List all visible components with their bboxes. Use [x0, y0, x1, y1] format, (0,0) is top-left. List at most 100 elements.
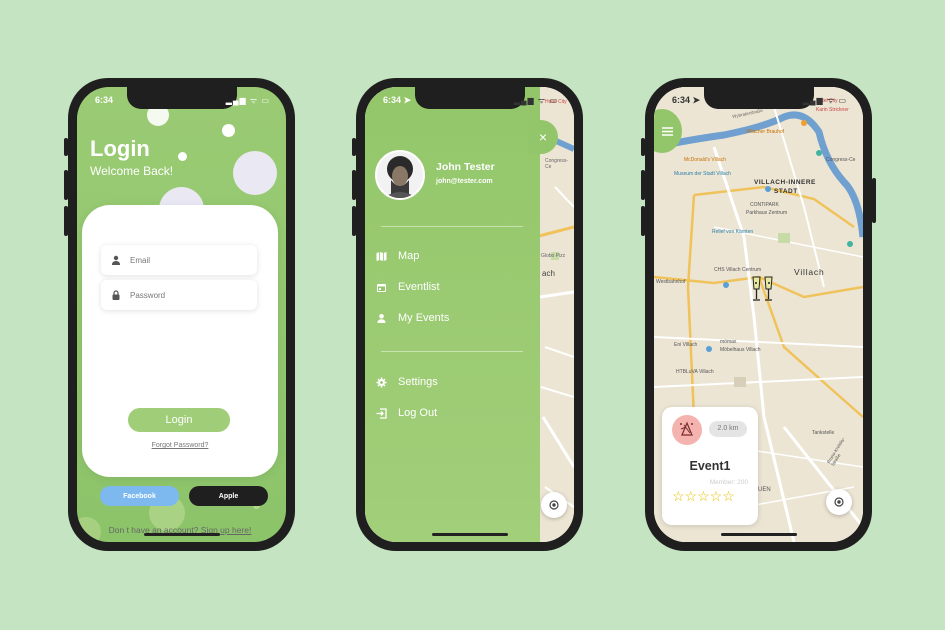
- avatar-photo: [377, 152, 423, 198]
- party-icon: [680, 421, 693, 436]
- status-time: 6:34 ➤: [383, 95, 412, 105]
- phone-side-button: [641, 138, 645, 156]
- map-label: Museum der Stadt Villach: [674, 171, 731, 177]
- avatar[interactable]: [375, 150, 425, 200]
- phone-side-button: [352, 170, 356, 200]
- map-label: Westbahnhof: [656, 279, 686, 285]
- login-subtitle: Welcome Back!: [90, 164, 174, 178]
- person-icon: [377, 313, 386, 323]
- side-drawer: John Tester john@tester.com Map Eventlis…: [365, 87, 540, 542]
- notch: [126, 87, 237, 109]
- locate-button[interactable]: [541, 492, 567, 518]
- gear-icon: [376, 377, 387, 387]
- map-label: UEN: [758, 487, 771, 493]
- phone-side-button: [352, 138, 356, 156]
- email-field[interactable]: [101, 245, 257, 275]
- map-label: STADT: [774, 188, 798, 195]
- event-marker-icon[interactable]: [750, 275, 776, 309]
- forgot-password-link[interactable]: Forgot Password?: [82, 442, 278, 449]
- phone-side-button: [872, 178, 876, 223]
- divider: [381, 351, 523, 352]
- map-label: Villach: [794, 267, 825, 277]
- map-label: ach: [542, 269, 555, 278]
- lock-icon: [112, 290, 120, 300]
- map-label: McDonald's Villach: [684, 157, 726, 163]
- phone-side-button: [352, 206, 356, 236]
- rating-stars[interactable]: ☆☆☆☆☆: [672, 488, 735, 505]
- map-label: CHS Villach Centrum: [714, 267, 762, 273]
- map-icon: [376, 251, 387, 261]
- login-button[interactable]: Login: [128, 408, 230, 432]
- map-label: Congress-Ce: [826, 157, 856, 163]
- phone-side-button: [641, 206, 645, 236]
- map-label: Globo Pizz: [541, 253, 566, 259]
- map-screen: Wybraterstraße Villacher Brauhof McDonal…: [654, 87, 863, 542]
- map-label: CONTIPARK: [750, 202, 779, 208]
- status-icons: ▂▄▆ ᯤ ▭: [802, 96, 847, 105]
- home-indicator: [431, 533, 508, 536]
- map-label: VILLACH-INNERE: [754, 179, 816, 186]
- decor-bubble: [233, 151, 277, 195]
- member-count: Member: 200: [709, 479, 748, 486]
- menu-item-settings[interactable]: Settings: [376, 376, 438, 388]
- apple-button[interactable]: Apple: [189, 486, 268, 506]
- home-indicator: [143, 533, 220, 536]
- menu-item-label: Eventlist: [398, 281, 440, 293]
- map-label: Karin Strickner: [816, 107, 849, 113]
- logout-icon: [376, 407, 387, 419]
- locate-button[interactable]: [826, 489, 852, 515]
- menu-item-eventlist[interactable]: Eventlist: [376, 281, 440, 293]
- phone-side-button: [64, 138, 68, 156]
- drawer-phone: ach Globo Pizz Hotel City Congress-Ce 6:…: [352, 78, 583, 551]
- menu-item-map[interactable]: Map: [376, 250, 419, 262]
- event-avatar: [672, 415, 702, 445]
- email-input[interactable]: [130, 255, 250, 265]
- locate-icon: [549, 500, 559, 510]
- menu-item-log-out[interactable]: Log Out: [376, 407, 437, 419]
- login-screen: 6:34 ▂▄▆ ᯤ ▭ Login Welcome Back! Login F…: [77, 87, 286, 542]
- divider: [381, 226, 523, 227]
- menu-item-label: Map: [398, 250, 420, 262]
- status-time: 6:34: [95, 95, 114, 105]
- decor-bubble: [222, 124, 235, 137]
- menu-item-label: Settings: [398, 376, 438, 388]
- event-card[interactable]: 2.0 km Event1 Member: 200 ☆☆☆☆☆: [662, 407, 758, 525]
- phone-side-button: [64, 206, 68, 236]
- map-label: Relief von Kärnten: [712, 229, 754, 235]
- password-input[interactable]: [130, 290, 250, 300]
- status-icons: ▂▄▆ ᯤ ▭: [513, 96, 558, 105]
- map-label: mömax: [720, 339, 737, 345]
- map-label: HTBLuVA Villach: [676, 369, 714, 375]
- notch: [414, 87, 525, 109]
- phone-side-button: [641, 170, 645, 200]
- menu-item-label: Log Out: [398, 407, 438, 419]
- menu-item-label: My Events: [398, 312, 450, 324]
- password-field[interactable]: [101, 280, 257, 310]
- hamburger-icon: [662, 126, 673, 136]
- distance-badge: 2.0 km: [709, 421, 747, 437]
- home-indicator: [720, 533, 797, 536]
- login-phone: 6:34 ▂▄▆ ᯤ ▭ Login Welcome Back! Login F…: [64, 78, 295, 551]
- map-label: Parkhaus Zentrum: [746, 210, 788, 216]
- notch: [703, 87, 814, 109]
- status-icons: ▂▄▆ ᯤ ▭: [225, 96, 270, 105]
- facebook-button[interactable]: Facebook: [100, 486, 179, 506]
- login-card: Login Forgot Password? Facebook Apple Do…: [82, 205, 278, 535]
- user-name: John Tester: [436, 161, 495, 173]
- user-email: john@tester.com: [436, 178, 493, 185]
- locate-icon: [834, 497, 844, 507]
- menu-item-my-events[interactable]: My Events: [376, 312, 449, 324]
- map-label: Möbelhaus Villach: [720, 347, 761, 353]
- calendar-icon: [377, 283, 386, 292]
- login-title: Login: [90, 136, 150, 161]
- map-label: Congress-Ce: [545, 158, 569, 170]
- map-label: Tankstelle: [812, 430, 835, 436]
- decor-bubble: [178, 152, 187, 161]
- champagne-glasses-icon: [752, 276, 773, 301]
- phone-side-button: [64, 170, 68, 200]
- person-icon: [112, 255, 120, 265]
- map-label: Villacher Brauhof: [746, 129, 784, 135]
- map-label: Eni Villach: [674, 342, 698, 348]
- status-time: 6:34 ➤: [672, 95, 701, 105]
- drawer-screen: ach Globo Pizz Hotel City Congress-Ce 6:…: [365, 87, 574, 542]
